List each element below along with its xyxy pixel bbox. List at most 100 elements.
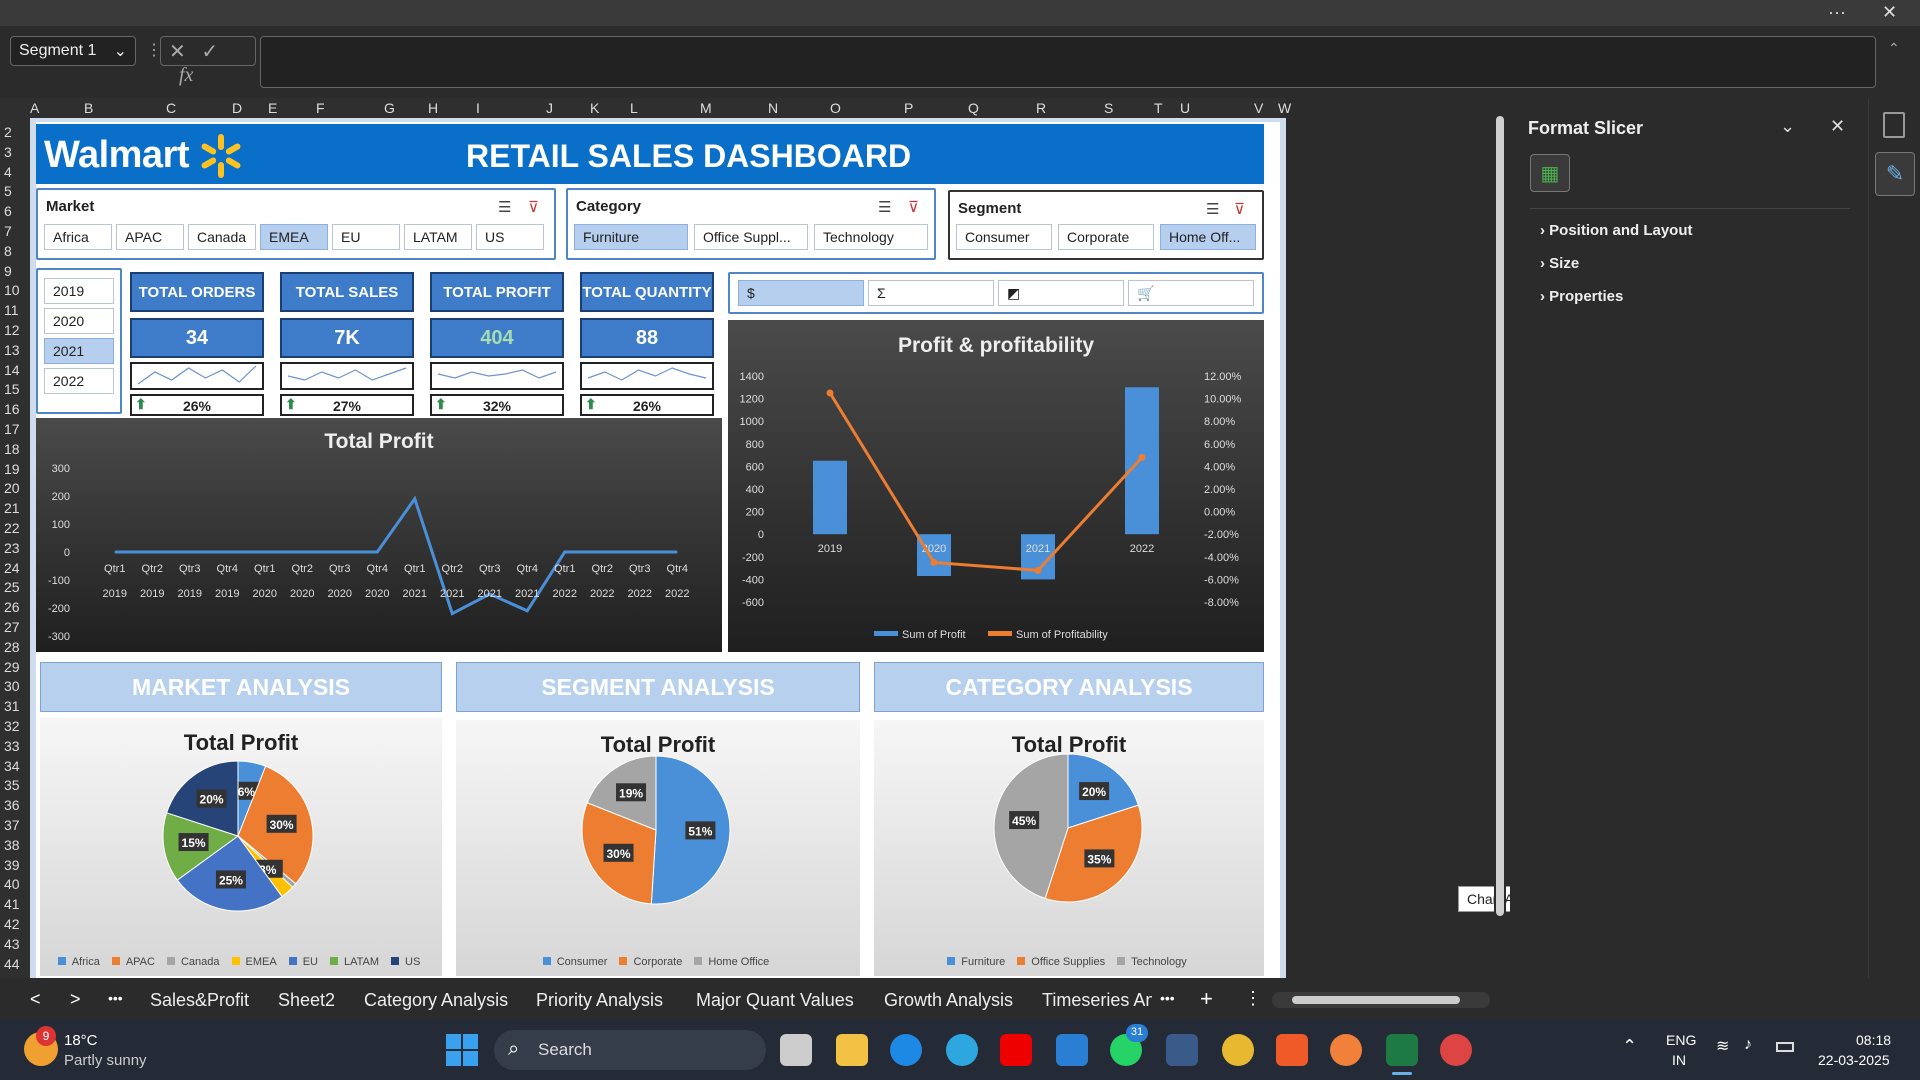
year-slicer-item[interactable]: 2021 (44, 338, 114, 364)
pane-section-1[interactable]: › Size (1540, 255, 1579, 272)
chrome-profile-icon[interactable] (1440, 1034, 1472, 1066)
brave-icon[interactable] (1276, 1034, 1308, 1066)
sheet-tab[interactable]: Growth Analysis (884, 990, 1013, 1011)
year-slicer[interactable]: 2019 2020 2021 2022 (36, 268, 122, 414)
segment-slicer[interactable]: Segment ☰ ⊽ Consumer Corporate Home Off... (948, 190, 1264, 260)
multi-select-icon[interactable]: ☰ (878, 198, 891, 216)
multi-select-icon[interactable]: ☰ (498, 198, 511, 216)
slicer-item[interactable]: Office Suppl... (694, 224, 808, 250)
column-header[interactable]: U (1180, 100, 1190, 116)
chrome-icon[interactable] (1222, 1034, 1254, 1066)
column-header[interactable]: Q (968, 100, 979, 116)
clear-filter-icon[interactable]: ⊽ (1234, 200, 1245, 218)
row-header[interactable]: 28 (4, 639, 20, 655)
horizontal-scrollbar[interactable] (1272, 992, 1490, 1008)
brush-icon[interactable]: ✎ (1875, 152, 1915, 196)
column-header[interactable]: I (476, 100, 480, 116)
row-header[interactable]: 23 (4, 540, 20, 556)
slicer-item[interactable]: Technology (814, 224, 928, 250)
row-header[interactable]: 41 (4, 896, 20, 912)
clear-filter-icon[interactable]: ⊽ (528, 198, 539, 216)
row-header[interactable]: 30 (4, 678, 20, 694)
sheet-tab[interactable]: Sales&Profit (150, 990, 249, 1011)
volume-icon[interactable]: ♪ (1744, 1036, 1752, 1054)
sheet-tab[interactable]: Category Analysis (364, 990, 508, 1011)
row-header[interactable]: 40 (4, 876, 20, 892)
pane-section-0[interactable]: › Position and Layout (1540, 222, 1693, 239)
sheet-tab[interactable]: Sheet2 (278, 990, 335, 1011)
column-header[interactable]: A (30, 100, 39, 116)
file-explorer-icon[interactable] (836, 1034, 868, 1066)
excel-icon[interactable] (1386, 1034, 1418, 1066)
row-header[interactable]: 12 (4, 322, 20, 338)
row-header[interactable]: 5 (4, 183, 12, 199)
multi-select-icon[interactable]: ☰ (1206, 200, 1219, 218)
tab-more-icon[interactable]: ••• (108, 990, 123, 1006)
jupyter-icon[interactable] (1330, 1034, 1362, 1066)
row-header[interactable]: 9 (4, 263, 12, 279)
market-pie-chart[interactable]: Total Profit 6% 30% 3% 25% 15% 20% Africa APAC… (40, 718, 442, 976)
row-header[interactable]: 37 (4, 817, 20, 833)
vscode-icon[interactable] (1056, 1034, 1088, 1066)
chevron-down-icon[interactable]: ⌄ (1780, 116, 1795, 137)
row-header[interactable]: 22 (4, 520, 20, 536)
name-box[interactable]: Segment 1 ⌄ (10, 36, 136, 66)
row-header[interactable]: 16 (4, 401, 20, 417)
slicer-item[interactable]: Africa (44, 224, 112, 250)
column-header[interactable]: B (84, 100, 93, 116)
row-header[interactable]: 24 (4, 560, 20, 576)
clear-filter-icon[interactable]: ⊽ (908, 198, 919, 216)
row-header[interactable]: 32 (4, 718, 20, 734)
row-header[interactable]: 36 (4, 797, 20, 813)
windows-start-icon[interactable] (446, 1034, 478, 1066)
sheet-tab[interactable]: Major Quant Values (696, 990, 854, 1011)
row-header[interactable]: 13 (4, 342, 20, 358)
tab-overflow-icon[interactable]: ••• (1160, 990, 1175, 1006)
chart-icon[interactable]: ◩ (998, 280, 1124, 306)
youtube-icon[interactable] (1000, 1034, 1032, 1066)
slicer-item[interactable]: Canada (188, 224, 256, 250)
app-icon[interactable] (1166, 1034, 1198, 1066)
row-header[interactable]: 20 (4, 480, 20, 496)
tray-chevron-up-icon[interactable]: ⌃ (1622, 1036, 1637, 1057)
task-view-icon[interactable] (780, 1034, 812, 1066)
column-header[interactable]: K (590, 100, 599, 116)
function-icon[interactable]: fx (179, 64, 193, 86)
column-header[interactable]: C (166, 100, 176, 116)
scroll-thumb[interactable] (1292, 996, 1460, 1004)
pane-section-2[interactable]: › Properties (1540, 288, 1623, 305)
column-header[interactable]: E (268, 100, 277, 116)
category-slicer[interactable]: Category ☰ ⊽ Furniture Office Suppl... Tec… (566, 188, 936, 260)
slicer-options-icon[interactable]: ▦ (1530, 154, 1570, 192)
row-header[interactable]: 27 (4, 619, 20, 635)
row-header[interactable]: 4 (4, 164, 12, 180)
row-header[interactable]: 18 (4, 441, 20, 457)
slicer-item[interactable]: Consumer (956, 224, 1052, 250)
row-header[interactable]: 3 (4, 144, 12, 160)
slicer-item[interactable]: Corporate (1058, 224, 1154, 250)
sheet-tab[interactable]: Timeseries An (1042, 990, 1152, 1011)
tab-next-icon[interactable]: > (70, 989, 81, 1010)
profit-profitability-chart[interactable]: Profit & profitability 1400 1200 1000 800 60… (728, 320, 1264, 652)
segment-pie-chart[interactable]: Total Profit 51% 30% 19% Consumer Corporate… (456, 720, 860, 976)
copilot-icon[interactable] (946, 1034, 978, 1066)
column-header[interactable]: P (904, 100, 913, 116)
battery-icon[interactable] (1776, 1042, 1794, 1052)
sum-icon[interactable]: Σ (868, 280, 994, 306)
column-header[interactable]: O (830, 100, 841, 116)
vertical-scrollbar[interactable] (1494, 100, 1506, 980)
row-header[interactable]: 8 (4, 243, 12, 259)
row-header[interactable]: 34 (4, 758, 20, 774)
slicer-item[interactable]: EMEA (260, 224, 328, 250)
row-header[interactable]: 7 (4, 223, 12, 239)
year-slicer-item[interactable]: 2022 (44, 368, 114, 394)
row-header[interactable]: 42 (4, 916, 20, 932)
row-header[interactable]: 38 (4, 837, 20, 853)
worksheet[interactable]: Walmart RETAIL SALES DASHBOARD Market ☰ … (30, 118, 1286, 978)
row-header[interactable]: 6 (4, 203, 12, 219)
chevron-down-icon[interactable]: ⌄ (114, 41, 127, 61)
year-slicer-item[interactable]: 2020 (44, 308, 114, 334)
profit-bar[interactable] (813, 460, 847, 535)
row-header[interactable]: 21 (4, 500, 20, 516)
column-header[interactable]: N (768, 100, 778, 116)
